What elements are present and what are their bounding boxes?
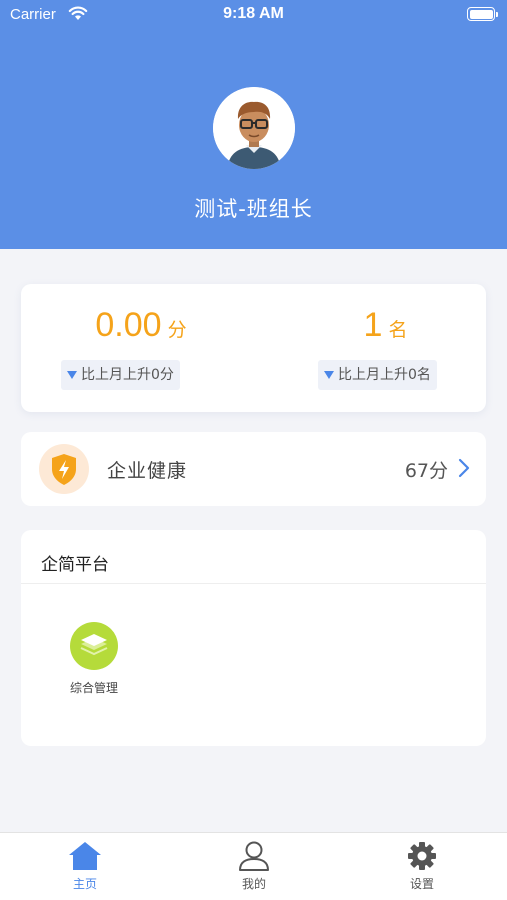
score-stat: 0.00 分 — [61, 306, 221, 345]
rank-change-badge: 比上月上升0名 — [318, 360, 437, 390]
user-name: 测试-班组长 — [194, 197, 313, 221]
app-comprehensive-management[interactable]: 综合管理 — [59, 622, 129, 696]
avatar[interactable] — [213, 87, 295, 169]
user-icon — [239, 841, 269, 871]
app-label: 综合管理 — [69, 681, 118, 695]
chevron-right-icon — [458, 458, 470, 482]
rank-stat: 1名 — [318, 306, 453, 345]
layers-icon — [70, 622, 118, 670]
gear-icon — [408, 842, 436, 870]
tab-mine[interactable]: 我的 — [214, 841, 294, 892]
battery-icon — [467, 7, 498, 21]
tab-bar: 主页 我的 设置 — [0, 832, 507, 900]
rank-change-text: 比上月上升0名 — [338, 367, 431, 383]
status-time: 9:18 AM — [223, 5, 284, 22]
rank-unit: 名 — [388, 319, 408, 341]
stats-card: 0.00 分 1名 比上月上升0分 比上月上升0名 — [21, 284, 486, 412]
shield-lightning-icon — [39, 444, 89, 494]
down-triangle-icon — [324, 371, 334, 379]
divider — [21, 583, 486, 584]
tab-home[interactable]: 主页 — [45, 841, 125, 892]
tab-settings[interactable]: 设置 — [382, 841, 462, 892]
score-change-text: 比上月上升0分 — [81, 367, 174, 383]
score-change-badge: 比上月上升0分 — [61, 360, 180, 390]
rank-value: 1 — [363, 306, 383, 344]
platform-title: 企简平台 — [41, 555, 109, 575]
enterprise-health-row[interactable]: 企业健康 67分 — [21, 432, 486, 506]
down-triangle-icon — [67, 371, 77, 379]
health-score: 67分 — [404, 460, 448, 482]
health-label: 企业健康 — [107, 460, 188, 482]
tab-settings-label: 设置 — [409, 877, 434, 891]
home-icon — [69, 842, 101, 870]
platform-card: 企简平台 综合管理 — [21, 530, 486, 746]
status-bar: Carrier 9:18 AM — [0, 0, 507, 30]
score-value: 0.00 — [95, 306, 162, 344]
score-unit: 分 — [167, 319, 187, 341]
profile-header: Carrier 9:18 AM 测试-班组长 — [0, 0, 507, 249]
tab-home-label: 主页 — [72, 877, 97, 891]
tab-mine-label: 我的 — [241, 877, 266, 891]
